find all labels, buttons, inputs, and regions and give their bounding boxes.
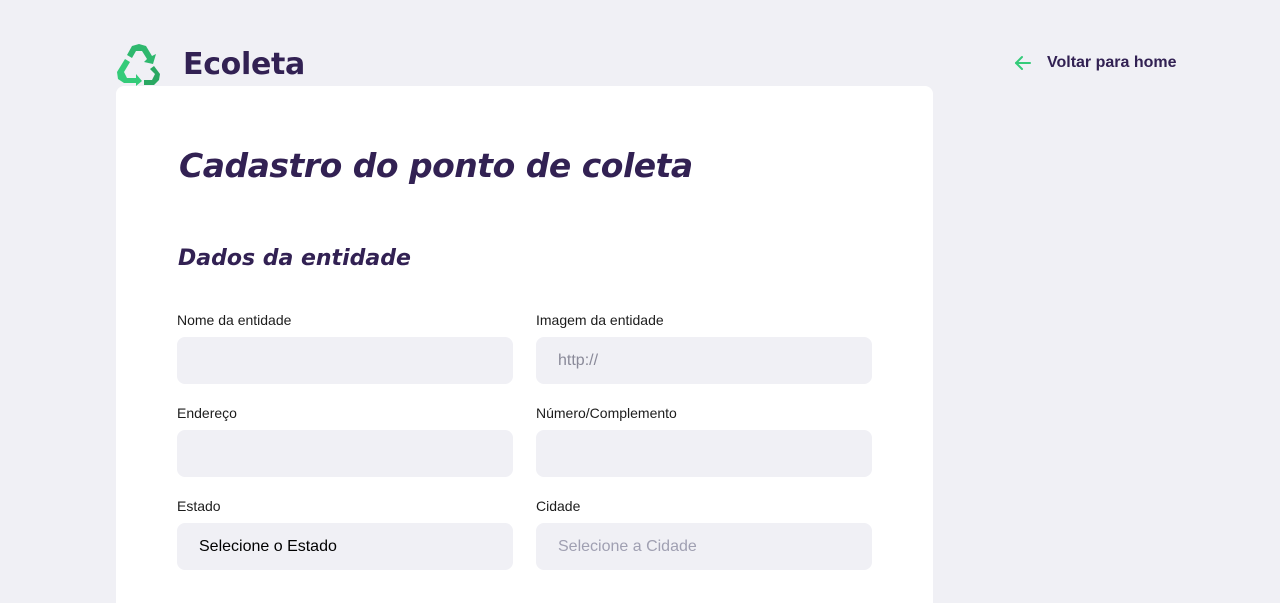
page-title: Cadastro do ponto de coleta	[179, 146, 693, 185]
image-url-input[interactable]	[536, 337, 872, 384]
city-select[interactable]: Selecione a Cidade	[536, 523, 872, 570]
section-title-entity-data: Dados da entidade	[178, 246, 411, 271]
name-field-group: Nome da entidade	[177, 312, 513, 384]
city-label: Cidade	[536, 498, 581, 514]
recycle-icon	[117, 44, 160, 86]
image-field-group: Imagem da entidade	[536, 312, 872, 384]
state-field-group: Estado Selecione o Estado	[177, 498, 513, 570]
back-to-home-link[interactable]: Voltar para home	[1014, 54, 1177, 72]
number-complement-input[interactable]	[536, 430, 872, 477]
image-label: Imagem da entidade	[536, 312, 664, 328]
logo[interactable]: Ecoleta	[116, 42, 305, 86]
city-field-group: Cidade Selecione a Cidade	[536, 498, 872, 570]
name-label: Nome da entidade	[177, 312, 292, 328]
point-registration-form: Cadastro do ponto de coleta Dados da ent…	[116, 86, 933, 603]
logo-text: Ecoleta	[183, 46, 306, 82]
address-label: Endereço	[177, 405, 237, 421]
state-select-value: Selecione o Estado	[199, 537, 337, 555]
arrow-left-icon	[1015, 56, 1031, 70]
state-select[interactable]: Selecione o Estado	[177, 523, 513, 570]
address-field-group: Endereço	[177, 405, 513, 477]
address-input[interactable]	[177, 430, 513, 477]
state-label: Estado	[177, 498, 221, 514]
page: Ecoleta Voltar para home Cadastro do pon…	[0, 0, 1280, 603]
city-select-value: Selecione a Cidade	[558, 537, 697, 555]
back-link-label: Voltar para home	[1047, 54, 1177, 71]
name-input[interactable]	[177, 337, 513, 384]
number-label: Número/Complemento	[536, 405, 677, 421]
number-field-group: Número/Complemento	[536, 405, 872, 477]
